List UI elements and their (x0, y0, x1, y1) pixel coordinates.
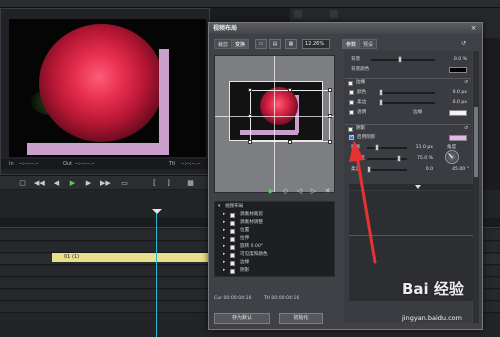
arrow-head (349, 140, 364, 162)
baidu-watermark: Bai 经验 jingyan.baidu.com (402, 278, 498, 328)
watermark-url: jingyan.baidu.com (402, 314, 462, 322)
watermark-logo-text: Bai 经验 (402, 280, 464, 298)
arrow-shaft (355, 154, 377, 264)
